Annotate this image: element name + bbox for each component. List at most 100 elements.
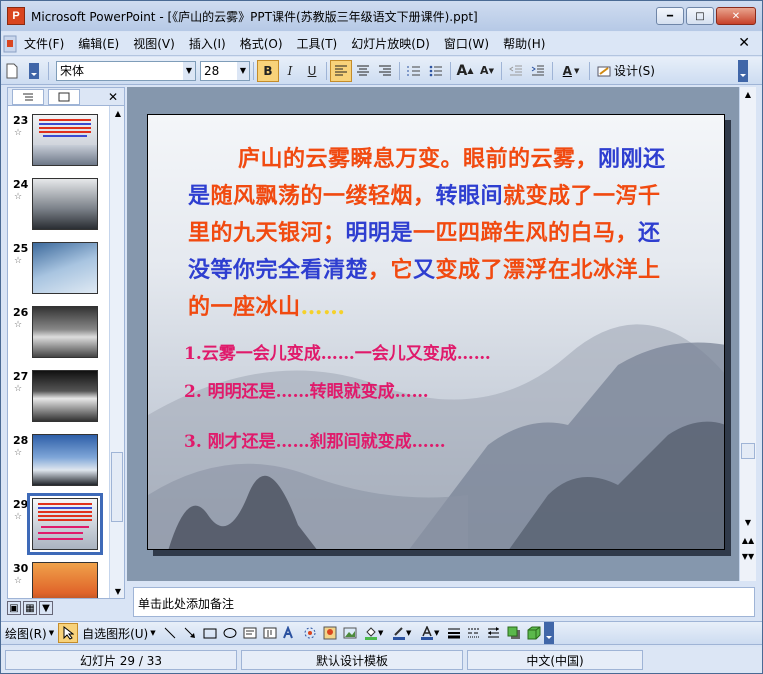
paragraph-segment: 庐山的云雾瞬息万变。眼前的云雾， (238, 146, 599, 172)
design-button[interactable]: 设计(S) (593, 62, 659, 79)
menu-format[interactable]: 格式(O) (233, 35, 290, 52)
slide-bullet-2[interactable]: 2. 明明还是……转眼就变成…… (184, 377, 429, 402)
bullet-list-icon[interactable] (425, 60, 447, 82)
toolbar-separator (326, 61, 327, 80)
status-template[interactable]: 默认设计模板 (241, 650, 463, 670)
animation-star-icon: ☆ (14, 128, 23, 138)
scroll-thumb[interactable] (111, 452, 123, 522)
scroll-down-icon[interactable]: ▼ (740, 515, 756, 529)
vertical-textbox-icon[interactable] (260, 623, 280, 643)
increase-indent-icon[interactable] (527, 60, 549, 82)
draw-menu-button[interactable]: 绘图(R) ▼ (1, 625, 58, 642)
align-left-icon[interactable] (330, 59, 352, 82)
line-color-button[interactable]: ▼ (388, 623, 416, 643)
normal-view-icon[interactable]: ▣ (7, 601, 21, 615)
slide-paragraph[interactable]: 庐山的云雾瞬息万变。眼前的云雾，刚刚还是随风飘荡的一缕轻烟，转眼间就变成了一泻千… (188, 141, 682, 326)
chevron-down-icon[interactable]: ▼ (237, 61, 249, 80)
powerpoint-app-icon[interactable]: P (7, 7, 25, 25)
underline-button[interactable]: U (301, 60, 323, 82)
menu-tools[interactable]: 工具(T) (290, 35, 345, 52)
minimize-button[interactable]: ━ (656, 7, 684, 25)
slides-pane-scrollbar[interactable]: ▲ ▼ (109, 106, 124, 598)
toolbar-options-icon[interactable] (543, 622, 554, 644)
scroll-up-icon[interactable]: ▲ (740, 87, 756, 101)
new-document-icon[interactable] (1, 60, 23, 82)
oval-icon[interactable] (220, 623, 240, 643)
draw-font-color-button[interactable]: ▼ (416, 623, 444, 643)
paragraph-segment: 转眼间 (435, 183, 504, 209)
outline-tab[interactable] (12, 88, 44, 105)
wordart-icon[interactable] (280, 623, 300, 643)
scroll-down-icon[interactable]: ▼ (110, 584, 126, 598)
pane-close-icon[interactable]: ✕ (108, 90, 118, 104)
slide-thumbnail-29[interactable]: 29 ☆ (10, 493, 106, 556)
arrow-style-icon[interactable] (484, 623, 504, 643)
grow-font-button[interactable]: A ▲ (454, 60, 476, 82)
font-color-button[interactable]: A ▼ (556, 60, 586, 82)
slide-thumbnail-26[interactable]: 26 ☆ (10, 306, 106, 364)
slide-thumbnail-24[interactable]: 24 ☆ (10, 178, 106, 236)
slide-scrollbar[interactable]: ▲ ▼ ▲▲ ▼▼ (739, 87, 756, 581)
menu-slideshow[interactable]: 幻灯片放映(D) (344, 35, 437, 52)
font-color-label: A (562, 63, 572, 78)
align-center-icon[interactable] (352, 60, 374, 82)
3d-style-icon[interactable] (524, 623, 544, 643)
toolbar-options-icon[interactable] (732, 59, 754, 82)
maximize-button[interactable]: □ (686, 7, 714, 25)
arrow-icon[interactable] (180, 623, 200, 643)
font-size-select[interactable]: 28 ▼ (200, 60, 250, 81)
menu-edit[interactable]: 编辑(E) (71, 35, 126, 52)
rectangle-icon[interactable] (200, 623, 220, 643)
animation-star-icon: ☆ (14, 256, 23, 266)
diagram-icon[interactable] (300, 623, 320, 643)
slide-bullet-3[interactable]: 3. 刚才还是……刹那间就变成…… (184, 427, 446, 452)
autoshapes-button[interactable]: 自选图形(U) ▼ (78, 625, 160, 642)
line-icon[interactable] (160, 623, 180, 643)
textbox-icon[interactable] (240, 623, 260, 643)
slide-sorter-icon[interactable]: ▦ (23, 601, 37, 615)
slide-bullet-1[interactable]: 1.云雾一会儿变成……一会儿又变成…… (184, 339, 491, 364)
dash-style-icon[interactable] (464, 623, 484, 643)
next-slide-icon[interactable]: ▼▼ (740, 549, 756, 563)
slide-thumbnail-image (32, 242, 98, 294)
shadow-style-icon[interactable] (504, 623, 524, 643)
menu-grip-icon[interactable] (3, 34, 17, 54)
notes-pane[interactable]: 单击此处添加备注 (133, 587, 755, 617)
fill-color-icon (364, 627, 377, 640)
picture-icon[interactable] (340, 623, 360, 643)
menu-insert[interactable]: 插入(I) (182, 35, 233, 52)
scroll-up-icon[interactable]: ▲ (110, 106, 126, 120)
chevron-down-icon[interactable]: ▼ (574, 67, 579, 75)
bold-button[interactable]: B (257, 59, 279, 82)
menu-view[interactable]: 视图(V) (126, 35, 182, 52)
slide-thumbnail-30[interactable]: 30 ☆ (10, 562, 106, 598)
slide-thumbnail-28[interactable]: 28 ☆ (10, 434, 106, 492)
chevron-down-icon[interactable]: ▼ (183, 61, 195, 80)
scroll-thumb[interactable] (741, 443, 755, 459)
font-name-select[interactable]: 宋体 ▼ (56, 60, 196, 81)
slide-thumbnail-25[interactable]: 25 ☆ (10, 242, 106, 300)
italic-button[interactable]: I (279, 60, 301, 82)
slides-tab[interactable] (48, 88, 80, 105)
menu-bar: 文件(F) 编辑(E) 视图(V) 插入(I) 格式(O) 工具(T) 幻灯片放… (1, 32, 762, 56)
line-style-icon[interactable] (444, 623, 464, 643)
menu-window[interactable]: 窗口(W) (437, 35, 496, 52)
current-slide[interactable]: 庐山的云雾瞬息万变。眼前的云雾，刚刚还是随风飘荡的一缕轻烟，转眼间就变成了一泻千… (147, 114, 725, 550)
slide-thumbnail-23[interactable]: 23 ☆ (10, 114, 106, 172)
toolbar-options-icon[interactable] (23, 60, 45, 82)
close-button[interactable]: ✕ (716, 7, 756, 25)
menu-file[interactable]: 文件(F) (17, 35, 71, 52)
shrink-font-button[interactable]: A ▼ (476, 60, 498, 82)
previous-slide-icon[interactable]: ▲▲ (740, 533, 756, 547)
clipart-icon[interactable] (320, 623, 340, 643)
slideshow-icon[interactable]: ▼ (39, 601, 53, 615)
fill-color-button[interactable]: ▼ (360, 623, 388, 643)
menu-help[interactable]: 帮助(H) (496, 35, 552, 52)
slide-number: 26 (13, 306, 29, 319)
decrease-indent-icon[interactable] (505, 60, 527, 82)
slide-thumbnail-27[interactable]: 27 ☆ (10, 370, 106, 428)
align-right-icon[interactable] (374, 60, 396, 82)
numbered-list-icon[interactable] (403, 60, 425, 82)
document-close-button[interactable]: ✕ (738, 35, 750, 51)
select-pointer-icon[interactable] (58, 623, 79, 643)
